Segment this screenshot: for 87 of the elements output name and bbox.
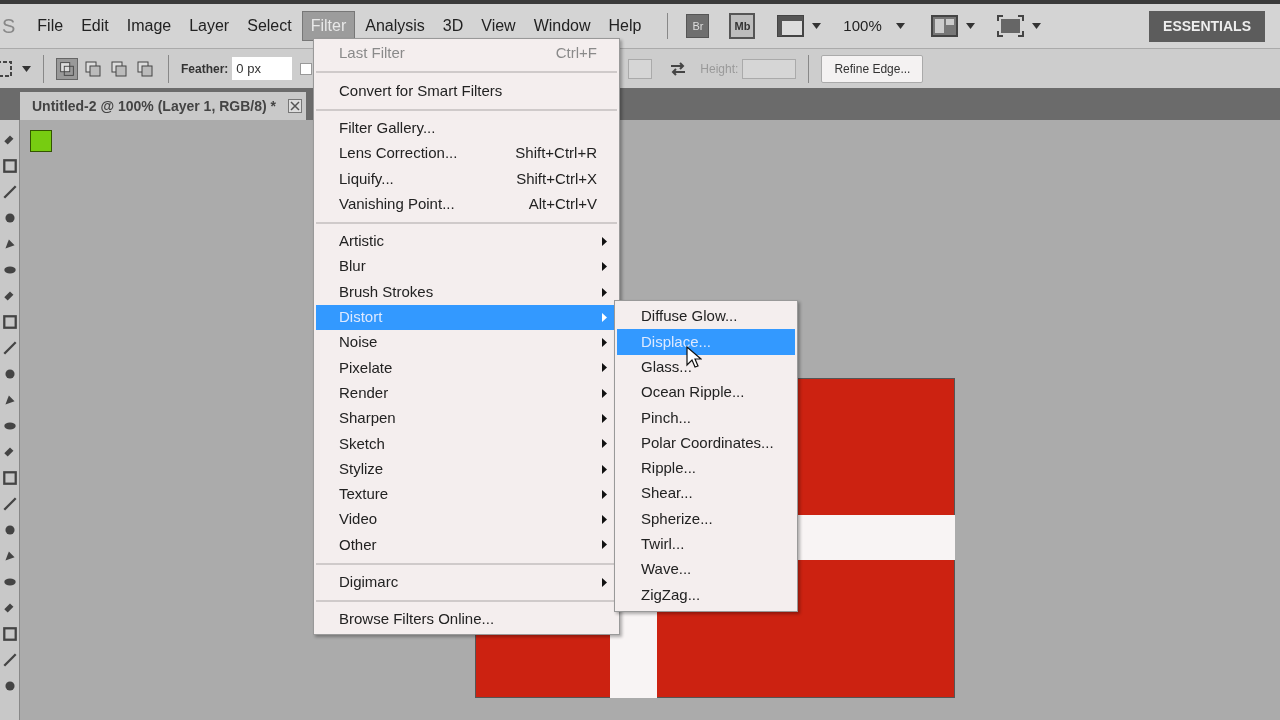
menu-item[interactable]: Sketch	[316, 431, 617, 457]
submenu-item[interactable]: Polar Coordinates...	[617, 430, 795, 456]
caret-icon[interactable]	[965, 23, 975, 29]
color-swatch[interactable]	[30, 130, 52, 152]
menu-item[interactable]: Noise	[316, 329, 617, 356]
menu-title[interactable]: Help	[600, 12, 650, 40]
swap-icon[interactable]	[670, 61, 687, 76]
submenu-item[interactable]: Ocean Ripple...	[617, 379, 795, 406]
submenu-arrow-icon	[602, 312, 607, 322]
menu-title[interactable]: 3D	[434, 12, 472, 40]
tool-icon[interactable]	[1, 652, 18, 668]
menu-item[interactable]: Other	[316, 532, 617, 558]
submenu-item[interactable]: ZigZag...	[617, 582, 795, 608]
caret-icon[interactable]	[895, 23, 905, 29]
height-field[interactable]	[742, 58, 797, 79]
menu-item[interactable]: Texture	[316, 481, 617, 508]
anti-alias-checkbox[interactable]	[300, 62, 313, 75]
submenu-item[interactable]: Glass...	[617, 354, 795, 380]
menu-item[interactable]: Render	[316, 380, 617, 406]
tool-icon[interactable]	[1, 340, 18, 356]
feather-field[interactable]: 0 px	[232, 56, 293, 81]
menu-title[interactable]: Edit	[73, 12, 117, 40]
submenu-item[interactable]: Shear...	[617, 481, 795, 507]
menu-item[interactable]: Vanishing Point... Alt+Ctrl+V	[316, 191, 617, 217]
screen-mode-icon[interactable]	[996, 15, 1024, 37]
menu-title[interactable]: Select	[239, 12, 300, 40]
submenu-item[interactable]: Ripple...	[617, 455, 795, 482]
caret-icon[interactable]	[812, 23, 822, 29]
submenu-item[interactable]: Pinch...	[617, 405, 795, 431]
tool-icon[interactable]	[1, 470, 18, 486]
menu-item[interactable]: Lens Correction... Shift+Ctrl+R	[316, 140, 617, 167]
submenu-arrow-icon	[602, 388, 607, 398]
submenu-item[interactable]: Diffuse Glow...	[617, 304, 795, 330]
menu-item[interactable]: Browse Filters Online...	[316, 606, 617, 633]
refine-edge-button[interactable]: Refine Edge...	[821, 54, 924, 83]
document-title: Untitled-2 @ 100% (Layer 1, RGB/8) *	[32, 96, 276, 116]
menu-title[interactable]: Layer	[181, 12, 238, 40]
submenu-arrow-icon	[602, 577, 607, 587]
menu-item[interactable]: Liquify... Shift+Ctrl+X	[316, 166, 617, 192]
menu-title[interactable]: Image	[118, 12, 180, 40]
submenu-arrow-icon	[602, 540, 607, 550]
submenu-item[interactable]: Wave...	[617, 556, 795, 583]
submenu-arrow-icon	[602, 236, 607, 246]
tool-icon[interactable]	[1, 314, 18, 330]
selection-mode-icon[interactable]	[56, 57, 78, 80]
menu-item[interactable]: Blur	[316, 254, 617, 280]
arrange-documents-icon[interactable]	[930, 15, 958, 37]
marquee-tool-icon[interactable]	[0, 60, 12, 77]
menu-item[interactable]: Sharpen	[316, 405, 617, 432]
view-extras-icon[interactable]	[777, 15, 805, 37]
menu-item[interactable]: Convert for Smart Filters	[316, 78, 617, 104]
feather-label: Feather:	[181, 60, 229, 78]
submenu-arrow-icon	[602, 464, 607, 474]
mini-bridge-button[interactable]: Mb	[729, 12, 756, 40]
tool-icon[interactable]	[1, 626, 18, 642]
menu-item[interactable]: Stylize	[316, 456, 617, 482]
caret-icon[interactable]	[22, 65, 31, 72]
menu-title[interactable]: View	[473, 12, 524, 40]
menu-title[interactable]: Analysis	[357, 12, 433, 40]
tool-icon[interactable]	[1, 158, 18, 174]
menu-title[interactable]: Window	[525, 12, 599, 40]
submenu-arrow-icon	[602, 489, 607, 499]
submenu-arrow-icon	[602, 287, 607, 297]
menu-item[interactable]: Digimarc	[316, 569, 617, 595]
menu-item[interactable]: Video	[316, 507, 617, 533]
submenu-arrow-icon	[602, 363, 607, 373]
menu-item[interactable]: Filter Gallery...	[316, 115, 617, 141]
submenu-arrow-icon	[602, 338, 607, 348]
document-tab[interactable]: Untitled-2 @ 100% (Layer 1, RGB/8) *	[20, 92, 306, 120]
submenu-arrow-icon	[602, 515, 607, 525]
menu-item[interactable]: Pixelate	[316, 355, 617, 381]
close-icon[interactable]	[287, 99, 302, 113]
workspace-button[interactable]: ESSENTIALS	[1149, 10, 1265, 42]
tool-icon[interactable]	[1, 496, 18, 512]
menu-title[interactable]: File	[29, 12, 72, 40]
zoom-level[interactable]: 100%	[843, 14, 882, 38]
tool-icon[interactable]	[1, 184, 18, 200]
bridge-button[interactable]: Br	[686, 13, 710, 39]
app-logo: S	[2, 14, 16, 39]
width-field[interactable]	[628, 58, 653, 79]
caret-icon[interactable]	[1031, 23, 1041, 29]
submenu-arrow-icon	[602, 414, 607, 423]
menu-item[interactable]: Brush Strokes	[316, 279, 617, 305]
submenu-item[interactable]: Spherize...	[617, 506, 795, 532]
menu-item[interactable]: Artistic	[316, 228, 617, 255]
submenu-arrow-icon	[602, 439, 607, 449]
submenu-arrow-icon	[602, 262, 607, 272]
